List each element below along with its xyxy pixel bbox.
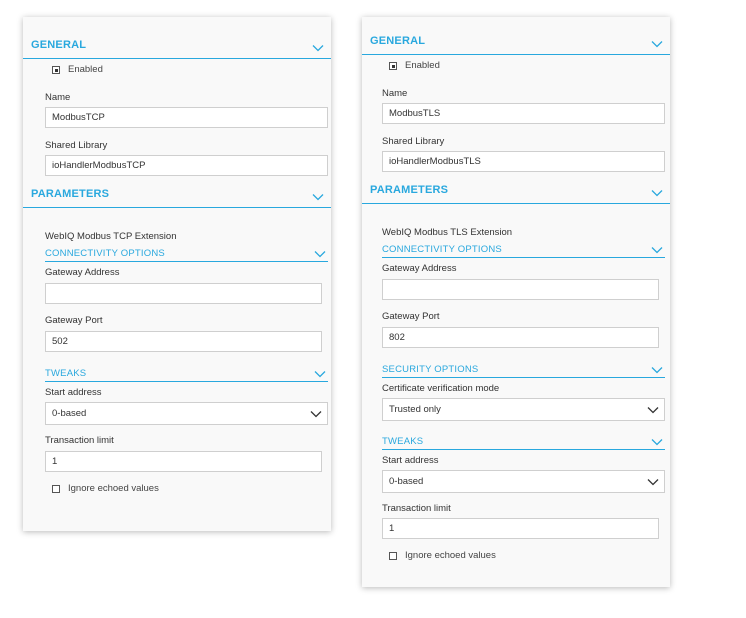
chevron-down-icon[interactable]: [651, 40, 663, 48]
chevron-down-icon[interactable]: [651, 246, 663, 254]
chevron-down-icon[interactable]: [314, 370, 326, 378]
tweaks-header[interactable]: TWEAKS: [382, 436, 665, 450]
enabled-label: Enabled: [405, 60, 440, 71]
start-address-label: Start address: [45, 387, 102, 398]
security-options-title: SECURITY OPTIONS: [382, 364, 479, 375]
gateway-address-input[interactable]: [45, 283, 322, 304]
shared-library-label: Shared Library: [382, 136, 445, 147]
parameters-section-header[interactable]: PARAMETERS: [362, 183, 670, 204]
gateway-port-input[interactable]: 802: [382, 327, 659, 348]
config-panel-modbus-tcp: GENERAL Enabled Name ModbusTCP Shared Li…: [23, 17, 331, 531]
start-address-value: 0-based: [389, 476, 424, 487]
chevron-down-icon: [647, 479, 659, 486]
gateway-port-label: Gateway Port: [382, 311, 440, 322]
connectivity-options-title: CONNECTIVITY OPTIONS: [382, 244, 502, 255]
gateway-port-label: Gateway Port: [45, 315, 103, 326]
parameters-section-header[interactable]: PARAMETERS: [23, 187, 331, 208]
name-label: Name: [382, 88, 408, 99]
connectivity-options-header[interactable]: CONNECTIVITY OPTIONS: [45, 248, 328, 262]
parameters-section-title: PARAMETERS: [370, 184, 449, 196]
extension-name-text: WebIQ Modbus TLS Extension: [382, 227, 513, 238]
general-section-header[interactable]: GENERAL: [23, 38, 331, 59]
name-input[interactable]: ModbusTLS: [382, 103, 665, 124]
gateway-address-label: Gateway Address: [45, 267, 120, 278]
gateway-address-input[interactable]: [382, 279, 659, 300]
connectivity-options-header[interactable]: CONNECTIVITY OPTIONS: [382, 244, 665, 258]
shared-library-label: Shared Library: [45, 140, 108, 151]
start-address-label: Start address: [382, 455, 439, 466]
transaction-limit-label: Transaction limit: [382, 503, 451, 514]
parameters-section-title: PARAMETERS: [31, 188, 110, 200]
tweaks-title: TWEAKS: [45, 368, 87, 379]
ignore-echoed-checkbox[interactable]: [389, 552, 397, 560]
start-address-select[interactable]: 0-based: [382, 470, 665, 493]
chevron-down-icon[interactable]: [312, 44, 324, 52]
start-address-select[interactable]: 0-based: [45, 402, 328, 425]
name-label: Name: [45, 92, 71, 103]
enabled-checkbox[interactable]: [52, 66, 60, 74]
chevron-down-icon: [647, 407, 659, 414]
chevron-down-icon[interactable]: [651, 366, 663, 374]
ignore-echoed-label: Ignore echoed values: [405, 550, 496, 561]
chevron-down-icon[interactable]: [312, 193, 324, 201]
tweaks-title: TWEAKS: [382, 436, 424, 447]
security-options-header[interactable]: SECURITY OPTIONS: [382, 364, 665, 378]
ignore-echoed-checkbox[interactable]: [52, 485, 60, 493]
general-section-title: GENERAL: [31, 39, 87, 51]
general-section-header[interactable]: GENERAL: [362, 34, 670, 55]
gateway-port-input[interactable]: 502: [45, 331, 322, 352]
name-input[interactable]: ModbusTCP: [45, 107, 328, 128]
extension-name-text: WebIQ Modbus TCP Extension: [45, 231, 177, 242]
enabled-checkbox[interactable]: [389, 62, 397, 70]
general-section-title: GENERAL: [370, 35, 426, 47]
chevron-down-icon[interactable]: [314, 250, 326, 258]
transaction-limit-input[interactable]: 1: [45, 451, 322, 472]
shared-library-input[interactable]: ioHandlerModbusTLS: [382, 151, 665, 172]
config-panel-modbus-tls: GENERAL Enabled Name ModbusTLS Shared Li…: [362, 17, 670, 587]
certificate-mode-label: Certificate verification mode: [382, 383, 500, 394]
connectivity-options-title: CONNECTIVITY OPTIONS: [45, 248, 165, 259]
enabled-label: Enabled: [68, 64, 103, 75]
chevron-down-icon[interactable]: [651, 438, 663, 446]
certificate-mode-value: Trusted only: [389, 404, 441, 415]
shared-library-input[interactable]: ioHandlerModbusTCP: [45, 155, 328, 176]
gateway-address-label: Gateway Address: [382, 263, 457, 274]
certificate-mode-select[interactable]: Trusted only: [382, 398, 665, 421]
transaction-limit-label: Transaction limit: [45, 435, 114, 446]
ignore-echoed-label: Ignore echoed values: [68, 483, 159, 494]
start-address-value: 0-based: [52, 408, 87, 419]
tweaks-header[interactable]: TWEAKS: [45, 368, 328, 382]
chevron-down-icon: [310, 411, 322, 418]
transaction-limit-input[interactable]: 1: [382, 518, 659, 539]
chevron-down-icon[interactable]: [651, 189, 663, 197]
